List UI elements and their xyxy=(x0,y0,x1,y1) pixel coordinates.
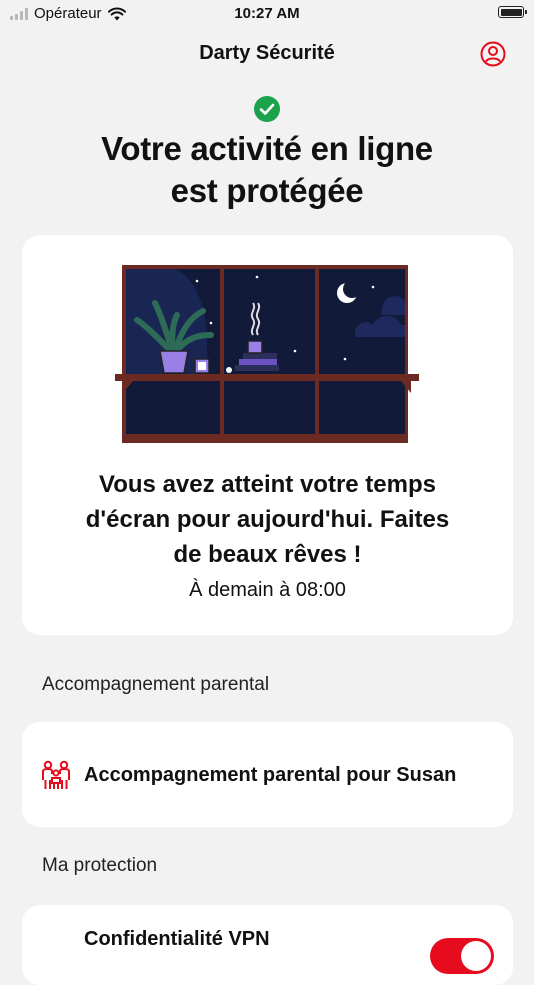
message-line: Vous avez atteint votre temps xyxy=(99,471,436,498)
screen-time-message: Vous avez atteint votre temps d'écran po… xyxy=(32,467,503,572)
user-circle-icon[interactable] xyxy=(480,41,506,67)
check-circle-icon xyxy=(254,96,280,122)
status-bar: Opérateur 10:27 AM xyxy=(0,0,534,28)
section-label-parental: Accompagnement parental xyxy=(42,674,270,695)
protection-status-title: Votre activité en ligne est protégée xyxy=(0,128,534,212)
toggle-knob xyxy=(461,941,491,971)
screen-time-card: Vous avez atteint votre temps d'écran po… xyxy=(22,235,513,635)
vpn-toggle[interactable] xyxy=(430,938,494,974)
night-window-illustration xyxy=(115,265,419,443)
battery-icon xyxy=(498,6,527,18)
parental-item-label: Accompagnement parental pour Susan xyxy=(84,764,457,786)
vpn-label: Confidentialité VPN xyxy=(84,928,270,950)
resume-time-text: À demain à 08:00 xyxy=(189,579,346,601)
family-icon xyxy=(42,760,70,789)
nav-title: Darty Sécurité xyxy=(199,42,335,64)
status-time: 10:27 AM xyxy=(234,5,300,22)
vpn-item: Confidentialité VPN xyxy=(22,905,513,985)
parental-guidance-item[interactable]: Accompagnement parental pour Susan xyxy=(22,722,513,827)
message-line: de beaux rêves ! xyxy=(173,541,362,568)
title-line: est protégée xyxy=(170,172,364,209)
section-label-protection: Ma protection xyxy=(42,855,158,876)
title-line: Votre activité en ligne xyxy=(101,130,433,167)
message-line: d'écran pour aujourd'hui. Faites xyxy=(85,506,450,533)
